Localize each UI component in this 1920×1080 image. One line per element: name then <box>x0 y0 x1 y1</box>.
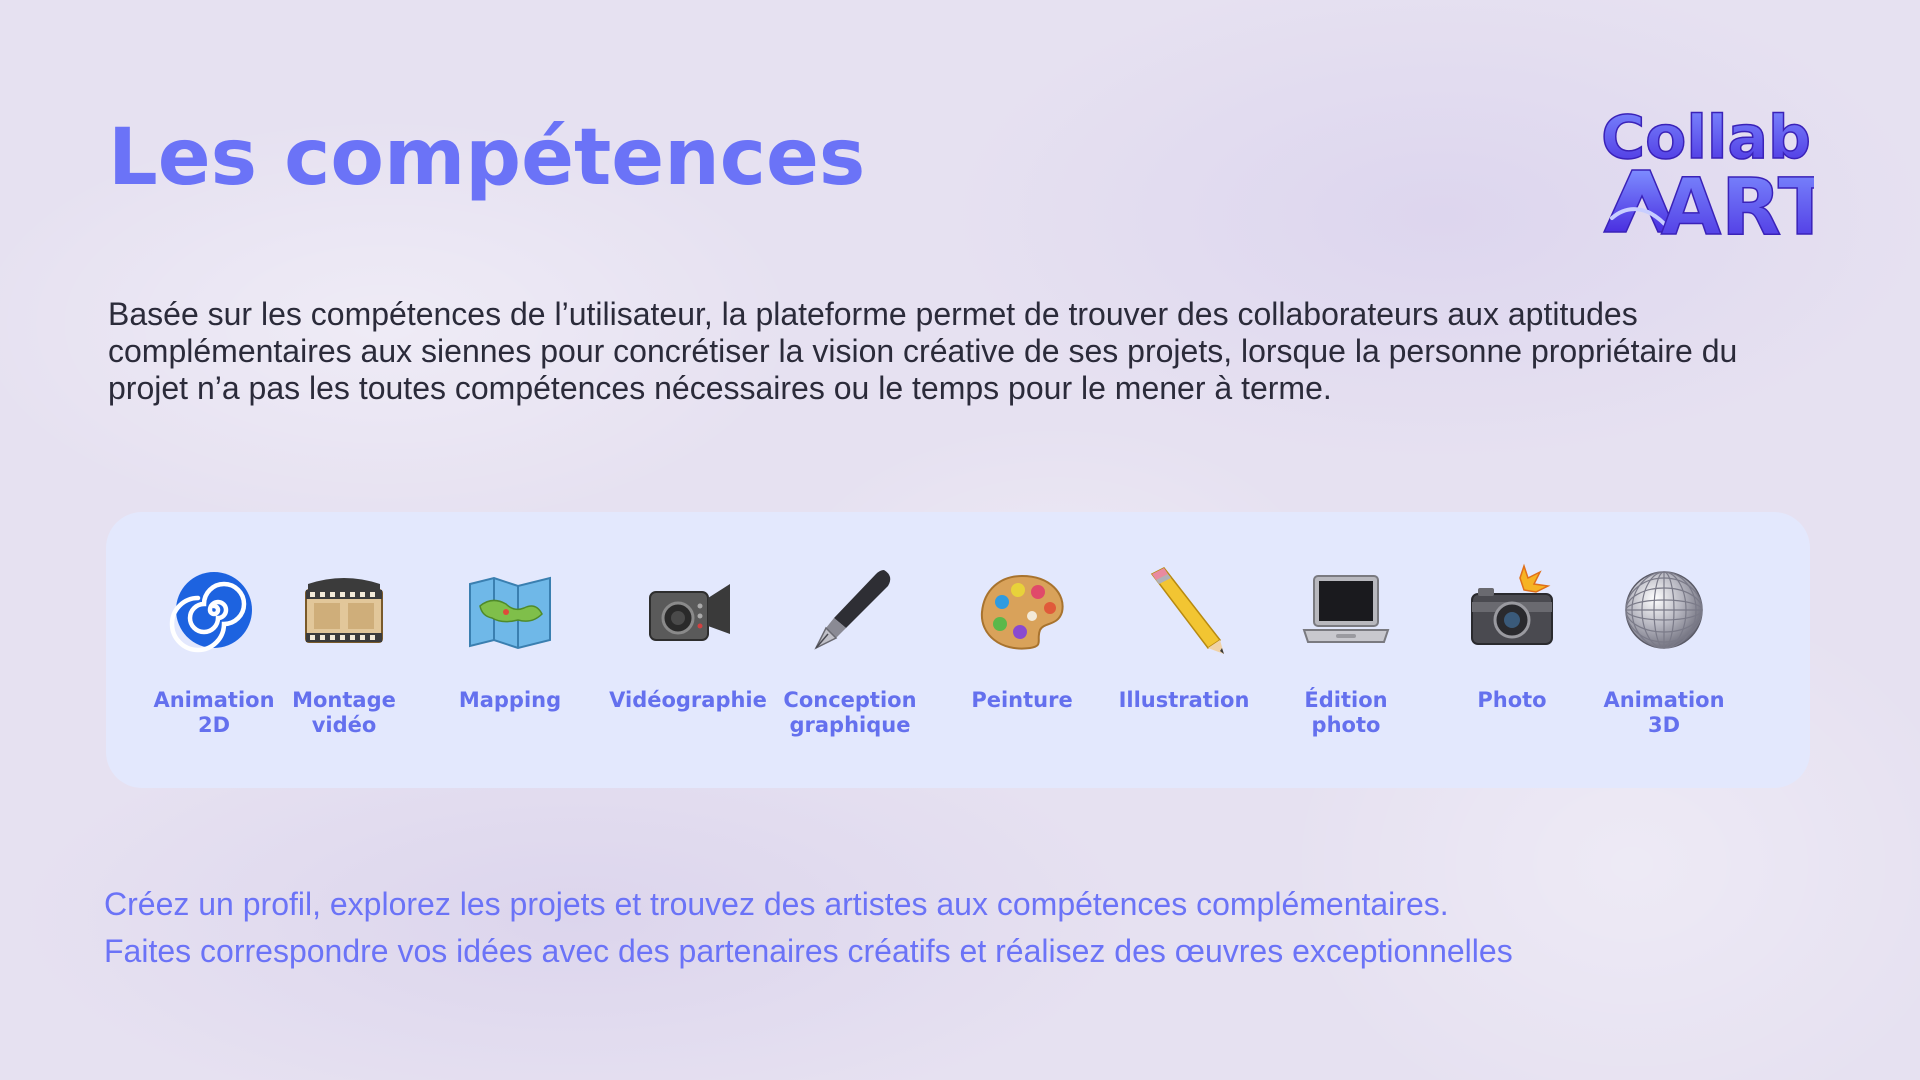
intro-paragraph: Basée sur les compétences de l’utilisate… <box>108 296 1738 406</box>
skill-illustration: Illustration <box>1109 562 1259 713</box>
tagline-line-2: Faites correspondre vos idées avec des p… <box>104 933 1513 969</box>
film-reel-icon <box>305 578 383 643</box>
tagline-line-1: Créez un profil, explorez les projets et… <box>104 886 1449 922</box>
skill-label: Illustration <box>1118 688 1250 712</box>
map-icon <box>469 576 551 650</box>
skill-label: Photo <box>1477 688 1547 712</box>
skill-conception-graphique: Conception graphique <box>775 562 925 738</box>
skill-mapping: Mapping <box>435 562 585 713</box>
skill-montage-video: Montage vidéo <box>269 562 419 738</box>
logo-line-art: ART <box>1661 163 1814 244</box>
skill-label: Vidéographie <box>609 688 767 712</box>
skill-animation-3d: Animation 3D <box>1589 562 1739 738</box>
skill-label: Animation 2D <box>153 688 275 737</box>
skill-animation-2d: Animation 2D <box>139 562 289 738</box>
skills-panel: Animation 2D Montage vidéo Mapping Vidéo… <box>106 512 1810 788</box>
skill-label: Montage vidéo <box>292 688 396 737</box>
skill-edition-photo: Édition photo <box>1271 562 1421 738</box>
skill-label: Édition photo <box>1304 688 1388 737</box>
skill-label: Animation 3D <box>1603 688 1725 737</box>
skill-label: Peinture <box>971 688 1073 712</box>
skill-label: Mapping <box>458 688 562 712</box>
disco-ball-icon <box>1625 571 1703 649</box>
spiral-icon <box>169 572 252 653</box>
skill-label: Conception graphique <box>783 688 917 737</box>
fountain-pen-icon <box>814 570 891 650</box>
video-camera-icon <box>649 584 730 641</box>
laptop-icon <box>1302 575 1390 643</box>
skill-videographie: Vidéographie <box>609 562 767 713</box>
palette-icon <box>980 574 1064 650</box>
page-title: Les compétences <box>108 113 866 203</box>
camera-flash-icon <box>1471 563 1553 645</box>
skill-peinture: Peinture <box>947 562 1097 713</box>
skill-photo: Photo <box>1437 562 1587 713</box>
pencil-icon <box>1150 567 1224 654</box>
collab-art-logo: Collab ART <box>1600 102 1814 244</box>
